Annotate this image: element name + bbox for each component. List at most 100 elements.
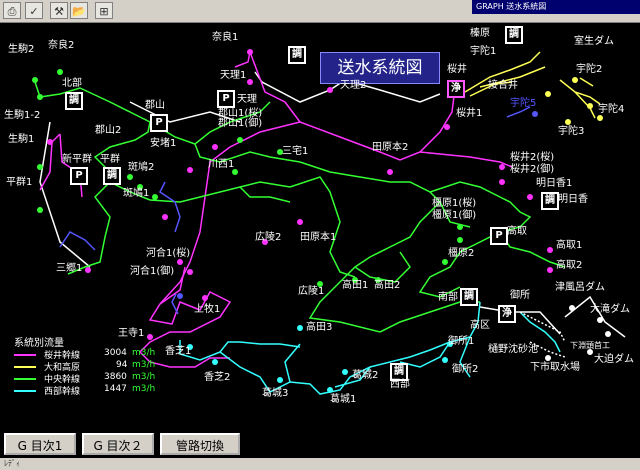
node-label: 橿原2: [448, 248, 475, 259]
node-label: 葛城2: [352, 370, 379, 381]
node-label: 三宅1: [282, 146, 309, 157]
node-label: 橿原1(御): [432, 210, 477, 221]
facility-cho-haibara[interactable]: 調: [505, 26, 523, 44]
node-label: 斑鳩1: [123, 188, 150, 199]
window-title: GRAPH 送水系統図: [472, 0, 640, 14]
legend-title: 系統別流量: [14, 338, 64, 349]
node-label: 樋野沈砂池: [488, 344, 538, 355]
facility-jo-sakurai[interactable]: 浄: [447, 80, 465, 98]
node-label: 天理: [237, 94, 257, 105]
node-label: 御所2: [452, 364, 479, 375]
node-label: 郡山1(御): [218, 118, 263, 129]
legend-unit: m3/h: [132, 348, 156, 358]
node-label: 郡山: [145, 100, 165, 111]
legend-row-sakurai: 桜井幹線 3004 m3/h: [14, 348, 214, 361]
node-label: 斑鳩2: [128, 162, 155, 173]
legend-value: 3860: [104, 372, 127, 382]
node-label: 宇陀4: [598, 104, 625, 115]
pump-takatori[interactable]: P: [490, 227, 508, 245]
node-label: 高田1: [342, 280, 369, 291]
node-label: 大滝ダム: [590, 304, 630, 315]
boundary-lines: [39, 71, 626, 338]
pump-tenri[interactable]: P: [217, 90, 235, 108]
node-label: 榛原: [470, 28, 490, 39]
toolbar: ⎙ ✓ ⚒ 📂 ⊞ GRAPH 送水系統図: [0, 0, 640, 23]
node-label: 室生ダム: [574, 36, 614, 47]
node-label: 御所: [510, 290, 530, 301]
check-icon[interactable]: ✓: [25, 2, 43, 19]
legend-unit: m3/h: [132, 384, 156, 394]
node-label: 高取2: [556, 260, 583, 271]
facility-cho-asuka[interactable]: 調: [541, 192, 559, 210]
node-label: 高区: [470, 320, 490, 331]
legend-unit: m3/h: [132, 372, 156, 382]
menu2-button[interactable]: G 目次２: [82, 433, 154, 455]
node-label: 宇陀3: [558, 126, 585, 137]
legend-value: 3004: [104, 348, 127, 358]
facility-jo-gose[interactable]: 浄: [498, 305, 516, 323]
node-label: 平群1: [6, 177, 33, 188]
node-label: 桜井2(御): [510, 164, 555, 175]
node-label: 生駒2: [8, 44, 35, 55]
node-label: 郡山2: [95, 125, 122, 136]
node-label: 高取: [507, 226, 527, 237]
node-label: 安堵1: [150, 138, 177, 149]
legend-row-yamato: 大和高原 94 m3/h: [14, 360, 214, 373]
new-window-icon[interactable]: ⊞: [95, 2, 113, 19]
node-label: 橿原1(桜): [432, 198, 477, 209]
node-label: 桜井: [447, 64, 467, 75]
node-label: 明日香1: [536, 178, 573, 189]
pump-shin-heguri[interactable]: P: [70, 167, 88, 185]
legend-value: 94: [116, 360, 128, 370]
node-label: 宇陀5: [510, 98, 537, 109]
node-label: 新平群: [62, 154, 92, 165]
node-label: 西部: [390, 379, 410, 390]
node-label: 葛城3: [262, 388, 289, 399]
node-label: 生駒1: [8, 134, 35, 145]
bottom-button-bar: G 目次1 G 目次２ 管路切換: [0, 428, 640, 458]
legend-row-chuo: 中央幹線 3860 m3/h: [14, 372, 214, 385]
legend-swatch: [14, 366, 36, 368]
node-label: 明日香: [558, 194, 588, 205]
node-label: 接合井: [488, 80, 518, 91]
node-label: 高田2: [374, 280, 401, 291]
node-label: 下市取水場: [530, 362, 580, 373]
pipe-switch-button[interactable]: 管路切換: [160, 433, 240, 455]
tool-icon[interactable]: ⚒: [50, 2, 68, 19]
node-label: 天理2: [340, 80, 367, 91]
pump-koriyama[interactable]: P: [150, 114, 168, 132]
node-label: 平群: [100, 154, 120, 165]
flow-legend: 系統別流量 桜井幹線 3004 m3/h 大和高原 94 m3/h 中央幹線 3…: [14, 334, 214, 424]
node-label: 御所1: [448, 336, 475, 347]
node-label: 天理1: [220, 70, 247, 81]
node-label: 広陵1: [298, 286, 325, 297]
node-label: 奈良2: [48, 40, 75, 51]
node-label: 上牧1: [194, 304, 221, 315]
legend-name: 西部幹線: [44, 387, 81, 397]
node-label: 南部: [438, 292, 458, 303]
node-label: 桜井1: [456, 108, 483, 119]
menu1-button[interactable]: G 目次1: [4, 433, 76, 455]
node-label: 三郷1: [56, 263, 83, 274]
node-label: 河合1(御): [130, 266, 175, 277]
node-label: 下淵頭首工: [570, 341, 610, 350]
node-label: 奈良1: [212, 32, 239, 43]
legend-value: 1447: [104, 384, 127, 394]
status-bar: ﾚﾃﾞｨ: [0, 458, 640, 470]
print-icon[interactable]: ⎙: [3, 2, 21, 19]
node-label: 広陵2: [255, 232, 282, 243]
node-label: 北部: [62, 78, 82, 89]
legend-swatch: [14, 354, 36, 356]
legend-swatch: [14, 378, 36, 380]
node-label: 大迫ダム: [594, 354, 634, 365]
node-label: 川西1: [208, 159, 235, 170]
node-label: 津風呂ダム: [555, 282, 605, 293]
node-label: 田原本2: [372, 142, 409, 153]
facility-cho-hokubu[interactable]: 調: [65, 92, 83, 110]
legend-swatch: [14, 390, 36, 392]
facility-cho-heguri[interactable]: 調: [103, 167, 121, 185]
folder-open-icon[interactable]: 📂: [70, 2, 88, 19]
facility-cho-nanbu[interactable]: 調: [460, 288, 478, 306]
legend-row-seibu: 西部幹線 1447 m3/h: [14, 384, 214, 397]
facility-cho-tenri[interactable]: 調: [288, 46, 306, 64]
